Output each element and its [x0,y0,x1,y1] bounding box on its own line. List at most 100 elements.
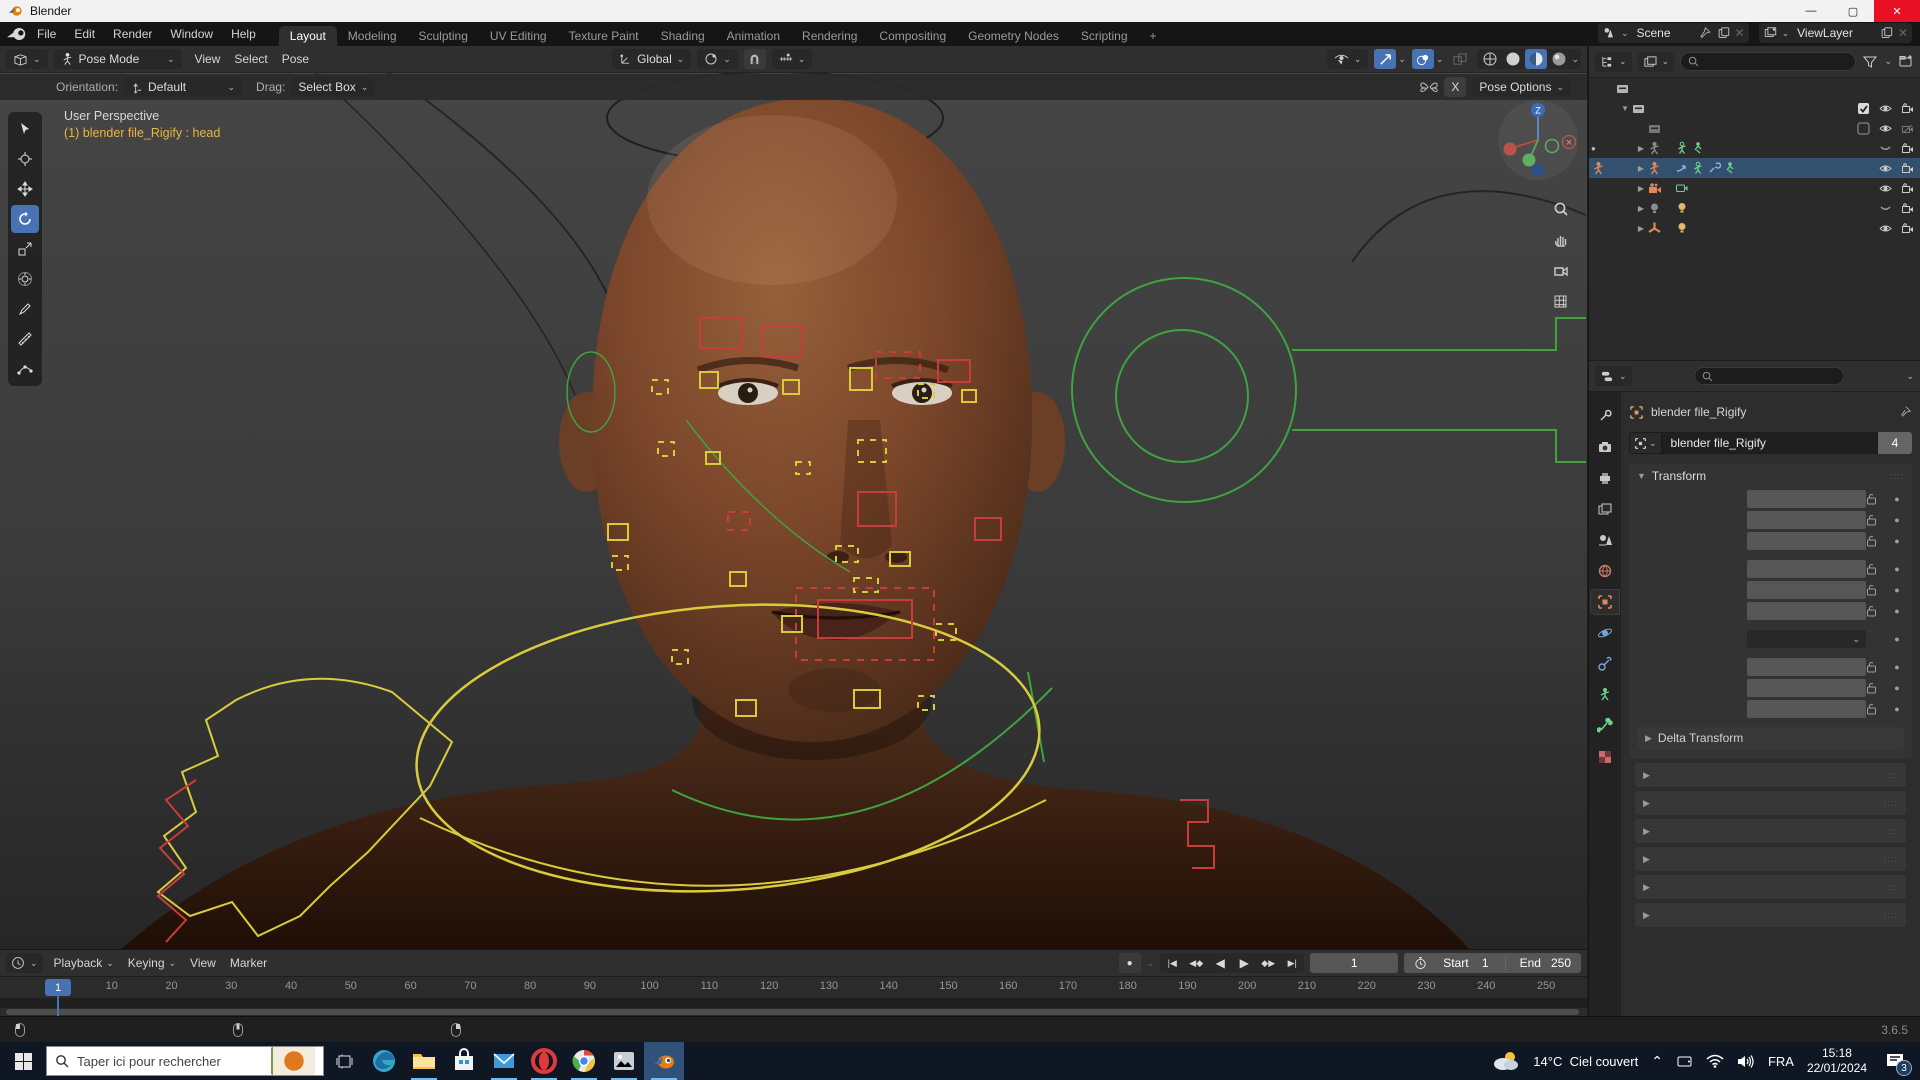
animate-dot[interactable]: ● [1890,494,1904,504]
animate-dot[interactable]: ● [1890,683,1904,693]
properties-editor-type-button[interactable]: ⌄ [1595,366,1632,386]
camera-view-icon[interactable] [1548,258,1574,284]
value-field[interactable] [1747,700,1866,718]
shading-wireframe[interactable] [1479,49,1501,69]
value-field[interactable] [1747,658,1866,676]
menu-window[interactable]: Window [161,22,222,46]
properties-tab-object-data[interactable] [1591,683,1619,707]
outliner-display-mode-dropdown[interactable]: ⌄ [1638,52,1675,72]
workspace-tab-compositing[interactable]: Compositing [868,26,957,46]
blender-app-icon[interactable] [6,26,28,42]
expander-icon[interactable]: ▼ [1619,104,1631,113]
animate-dot[interactable]: ● [1890,564,1904,574]
pan-icon[interactable] [1548,227,1574,253]
animate-dot[interactable]: ● [1890,515,1904,525]
panel-relations[interactable]: ▶:::: [1635,763,1906,787]
task-view-button[interactable] [324,1042,364,1080]
shading-rendered[interactable] [1548,49,1570,69]
properties-tab-constraints[interactable] [1591,652,1619,676]
value-field[interactable] [1747,532,1866,550]
properties-tab-texture[interactable] [1591,745,1619,769]
proportional-editing-dropdown[interactable]: ⌄ [772,49,813,69]
zoom-icon[interactable] [1548,196,1574,222]
new-viewlayer-icon[interactable] [1879,26,1894,40]
camera-on-icon[interactable] [1901,102,1914,115]
lock-icon[interactable] [1866,605,1890,617]
play-reverse-button[interactable]: ◀ [1208,953,1232,973]
auto-keying-dropdown[interactable]: ⌄ [1147,958,1155,969]
properties-tab-bone[interactable] [1591,714,1619,738]
current-frame-field[interactable]: 1 [1310,953,1398,973]
tablet-mode-icon[interactable] [1676,1054,1693,1069]
prev-keyframe-button[interactable]: ◀◆ [1184,953,1208,973]
frame-range-fields[interactable]: Start 1 End 250 [1404,953,1581,973]
value-field[interactable] [1747,602,1866,620]
taskbar-app-explorer[interactable] [404,1042,444,1080]
timeline-editor-type-button[interactable]: ⌄ [6,953,43,973]
menu-edit[interactable]: Edit [65,22,104,46]
maximize-button[interactable]: ▢ [1832,0,1874,22]
timeline-menu-marker[interactable]: Marker [223,956,274,970]
overlays-toggle[interactable] [1412,49,1434,69]
gizmos-toggle[interactable] [1374,49,1396,69]
tool-cursor[interactable] [11,145,39,173]
object-id-icon[interactable]: ⌄ [1629,432,1662,454]
taskbar-app-mail[interactable] [484,1042,524,1080]
weather-icon[interactable] [1490,1050,1520,1072]
animate-dot[interactable]: ● [1890,634,1904,644]
editor-type-button[interactable]: ⌄ [6,49,48,69]
snap-toggle[interactable] [744,49,766,69]
menu-file[interactable]: File [28,22,65,46]
timeline-ruler[interactable]: 1020304050607080901001101201301401501601… [0,976,1587,998]
viewlayer-selector[interactable]: ⌄ ViewLayer ✕ [1759,23,1912,43]
overlays-dropdown[interactable]: ⌄ [1436,54,1444,65]
workspace-tab-sculpting[interactable]: Sculpting [408,26,479,46]
outliner-row-collection[interactable]: ▼ [1589,98,1920,118]
animate-dot[interactable]: ● [1890,585,1904,595]
workspace-tab-shading[interactable]: Shading [650,26,716,46]
eye-closed-icon[interactable] [1879,142,1892,155]
filter-icon[interactable] [1862,55,1878,69]
drag-mode-dropdown[interactable]: Select Box ⌄ [291,77,375,97]
outliner-row-camera[interactable]: ▶ [1589,178,1920,198]
tool-rotate[interactable] [11,205,39,233]
lock-icon[interactable] [1866,535,1890,547]
expander-icon[interactable]: ▶ [1635,144,1647,153]
tool-measure[interactable] [11,325,39,353]
action-center-button[interactable]: 3 [1880,1046,1910,1076]
properties-options-dropdown[interactable]: ⌄ [1906,371,1914,382]
timeline-scrollbar[interactable] [0,1008,1587,1016]
eye-open-icon[interactable] [1879,222,1892,235]
expander-icon[interactable]: ▶ [1635,164,1647,173]
volume-icon[interactable] [1737,1054,1755,1069]
mode-dropdown[interactable]: ⌄ [1747,630,1866,648]
taskbar-app-blender[interactable] [644,1042,684,1080]
outliner-row-wgts-blender-file-rig[interactable] [1589,118,1920,138]
menu-help[interactable]: Help [222,22,265,46]
tool-pose-breakdowner[interactable] [11,355,39,383]
value-field[interactable] [1747,560,1866,578]
animate-dot[interactable]: ● [1890,662,1904,672]
viewport-menu-pose[interactable]: Pose [275,52,316,66]
eye-open-icon[interactable] [1879,102,1892,115]
properties-tab-physics[interactable] [1591,621,1619,645]
shading-solid[interactable] [1502,49,1524,69]
properties-search-input[interactable] [1694,367,1844,385]
camera-on-icon[interactable] [1901,142,1914,155]
lock-icon[interactable] [1866,682,1890,694]
mirror-x-button[interactable]: X [1444,77,1466,97]
menu-render[interactable]: Render [104,22,161,46]
value-field[interactable] [1747,679,1866,697]
workspace-tab-animation[interactable]: Animation [716,26,791,46]
toggle-ortho-icon[interactable] [1548,289,1574,315]
object-visibility-dropdown[interactable]: ⌄ [1327,49,1369,69]
xray-toggle[interactable] [1449,49,1471,69]
tool-orientation-dropdown[interactable]: Default ⌄ [124,77,242,97]
clock[interactable]: 15:18 22/01/2024 [1807,1046,1867,1076]
outliner-editor-type-button[interactable]: ⌄ [1595,52,1632,72]
transform-orientation-dropdown[interactable]: Global ⌄ [612,49,691,69]
expander-icon[interactable]: ▶ [1635,204,1647,213]
minimize-button[interactable]: — [1790,0,1832,22]
value-field[interactable] [1747,490,1866,508]
lock-icon[interactable] [1866,493,1890,505]
